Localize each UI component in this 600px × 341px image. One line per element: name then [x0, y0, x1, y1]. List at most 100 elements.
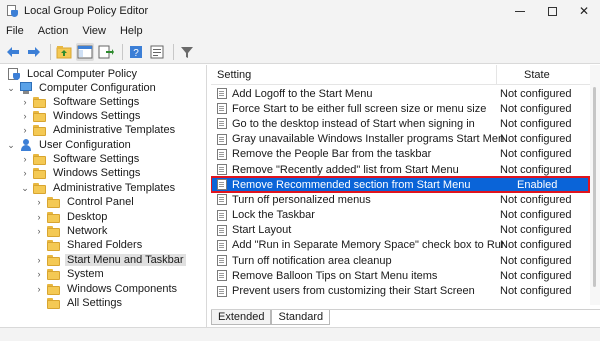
filter-button[interactable] [178, 43, 196, 61]
expand-chevron-icon[interactable]: › [34, 269, 44, 279]
tree-item-start-menu-and-taskbar[interactable]: › Start Menu and Taskbar [34, 253, 186, 267]
scrollbar-thumb[interactable] [593, 87, 596, 287]
folder-icon [33, 182, 47, 195]
folder-icon [33, 110, 47, 123]
policy-setting-icon [217, 118, 228, 130]
tree-item-software-settings[interactable]: › Software Settings [20, 152, 141, 166]
status-bar [0, 327, 600, 341]
show-hide-console-tree-button[interactable] [76, 42, 94, 61]
up-one-level-button[interactable] [55, 43, 73, 61]
expand-chevron-icon[interactable]: › [34, 255, 44, 265]
setting-row[interactable]: Turn off notification area cleanup Not co… [211, 253, 589, 268]
tree-item-administrative-templates[interactable]: › Administrative Templates [20, 123, 177, 137]
back-arrow-icon [7, 46, 19, 57]
column-divider[interactable] [496, 65, 497, 85]
tree-item-windows-settings[interactable]: › Windows Settings [20, 166, 142, 180]
setting-name: Add Logoff to the Start Menu [232, 87, 373, 100]
tree-item-control-panel[interactable]: › Control Panel [34, 195, 136, 209]
setting-name: Remove the People Bar from the taskbar [232, 148, 432, 161]
folder-icon [33, 124, 47, 137]
setting-name: Remove "Recently added" list from Start … [232, 163, 459, 176]
setting-row[interactable]: Turn off personalized menus Not configure… [211, 192, 589, 207]
menu-help[interactable]: Help [113, 25, 150, 37]
folder-icon [47, 211, 61, 224]
forward-button[interactable] [25, 43, 43, 61]
folder-up-icon [56, 45, 72, 58]
setting-state: Not configured [500, 87, 572, 100]
folder-icon [47, 268, 61, 281]
maximize-icon [547, 6, 557, 16]
menu-view[interactable]: View [75, 25, 113, 37]
collapse-chevron-icon[interactable]: ⌄ [20, 183, 30, 193]
expand-chevron-icon[interactable]: › [20, 154, 30, 164]
column-header-state[interactable]: State [524, 69, 550, 81]
properties-button[interactable] [148, 43, 166, 61]
expand-chevron-icon[interactable]: › [20, 168, 30, 178]
expand-chevron-icon[interactable]: › [20, 111, 30, 121]
setting-row[interactable]: Start Layout Not configured [211, 223, 589, 238]
folder-icon [33, 153, 47, 166]
help-button[interactable]: ? [127, 43, 145, 61]
tree-item-computer-configuration[interactable]: ⌄ Computer Configuration [6, 81, 158, 95]
setting-state: Not configured [500, 102, 572, 115]
collapse-chevron-icon[interactable]: ⌄ [6, 140, 16, 150]
policy-setting-icon [217, 133, 228, 145]
back-button[interactable] [4, 43, 22, 61]
folder-icon [47, 297, 61, 310]
user-icon [19, 139, 33, 152]
setting-row[interactable]: Add "Run in Separate Memory Space" check… [211, 238, 589, 253]
tree-item-shared-folders[interactable]: Shared Folders [34, 238, 144, 252]
setting-row[interactable]: Add Logoff to the Start Menu Not configur… [211, 86, 589, 101]
menu-action[interactable]: Action [31, 25, 76, 37]
setting-row[interactable]: Remove the People Bar from the taskbar No… [211, 147, 589, 162]
properties-icon [150, 45, 164, 58]
policy-setting-icon [217, 224, 228, 236]
tree-item-user-configuration[interactable]: ⌄ User Configuration [6, 138, 133, 152]
tree-item-software-settings[interactable]: › Software Settings [20, 95, 141, 109]
tree-item-windows-settings[interactable]: › Windows Settings [20, 109, 142, 123]
policy-setting-icon [217, 194, 228, 206]
folder-icon [47, 283, 61, 296]
tree-item-all-settings[interactable]: All Settings [34, 296, 124, 310]
policy-setting-icon [217, 209, 228, 221]
setting-row[interactable]: Gray unavailable Windows Installer progr… [211, 132, 589, 147]
vertical-scrollbar[interactable] [590, 65, 600, 305]
collapse-chevron-icon[interactable]: ⌄ [6, 83, 16, 93]
expand-chevron-icon[interactable]: › [34, 284, 44, 294]
tab-standard[interactable]: Standard [271, 310, 331, 325]
setting-row[interactable]: Prevent users from customizing their Sta… [211, 283, 589, 298]
setting-name: Force Start to be either full screen siz… [232, 102, 487, 115]
setting-row[interactable]: Go to the desktop instead of Start when … [211, 116, 589, 131]
tree-item-desktop[interactable]: › Desktop [34, 210, 109, 224]
tree-item-network[interactable]: › Network [34, 224, 109, 238]
expand-chevron-icon[interactable]: › [20, 125, 30, 135]
close-icon: ✕ [578, 4, 590, 18]
tree-item-system[interactable]: › System [34, 267, 106, 281]
setting-row[interactable]: Remove "Recently added" list from Start … [211, 162, 589, 177]
folder-icon [47, 239, 61, 252]
expand-chevron-icon[interactable]: › [34, 226, 44, 236]
maximize-button[interactable] [536, 0, 568, 22]
minimize-button[interactable] [504, 0, 536, 22]
expand-chevron-icon[interactable]: › [34, 212, 44, 222]
policy-setting-icon [217, 255, 228, 267]
tab-extended[interactable]: Extended [211, 310, 272, 325]
setting-row[interactable]: Remove Recommended section from Start Me… [211, 176, 590, 194]
expand-chevron-icon[interactable]: › [34, 197, 44, 207]
tree-item-local-computer-policy[interactable]: Local Computer Policy [4, 67, 139, 81]
policy-setting-icon [217, 179, 228, 191]
setting-name: Remove Balloon Tips on Start Menu items [232, 269, 438, 282]
tree-item-administrative-templates[interactable]: ⌄ Administrative Templates [20, 181, 177, 195]
export-list-button[interactable] [97, 43, 115, 61]
folder-icon [47, 225, 61, 238]
column-header-setting[interactable]: Setting [217, 69, 251, 81]
policy-setting-icon [217, 103, 228, 115]
close-button[interactable]: ✕ [568, 0, 600, 22]
setting-state: Not configured [500, 285, 572, 298]
setting-row[interactable]: Remove Balloon Tips on Start Menu items N… [211, 268, 589, 283]
tree-item-windows-components[interactable]: › Windows Components [34, 282, 179, 296]
setting-row[interactable]: Lock the Taskbar Not configured [211, 208, 589, 223]
setting-row[interactable]: Force Start to be either full screen siz… [211, 101, 589, 116]
expand-chevron-icon[interactable]: › [20, 97, 30, 107]
menu-file[interactable]: File [0, 25, 31, 37]
